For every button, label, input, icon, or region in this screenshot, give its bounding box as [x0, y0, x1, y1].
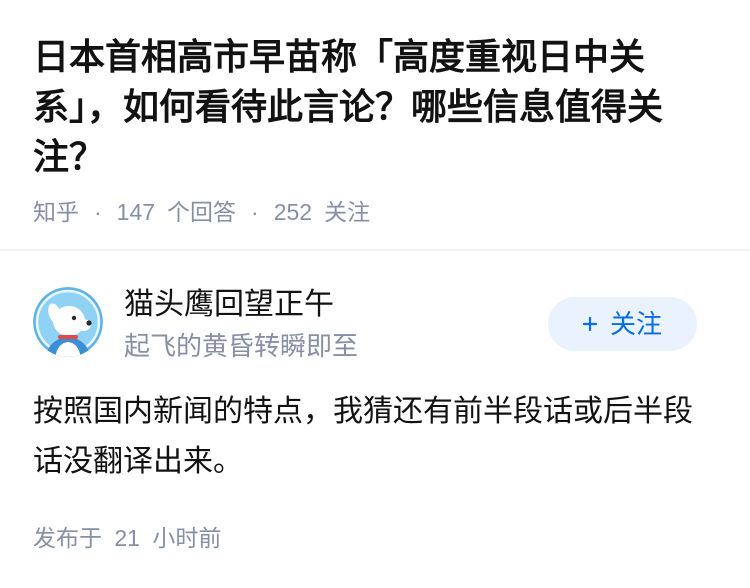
meta-separator: · — [94, 199, 102, 225]
meta-separator: · — [251, 199, 259, 225]
follower-count: 252 — [273, 199, 313, 225]
answer-count: 147 — [116, 199, 156, 225]
section-divider — [0, 249, 750, 251]
author-name[interactable]: 猫头鹰回望正午 — [124, 287, 334, 323]
follow-button[interactable]: 关注 — [548, 297, 697, 351]
author-headline: 起飞的黄昏转瞬即至 — [124, 331, 359, 361]
follower-count-label: 关注 — [324, 199, 371, 225]
source-label: 知乎 — [33, 199, 79, 225]
plus-icon — [582, 317, 597, 331]
question-meta: 知乎 · 147 个回答 · 252 关注 — [33, 197, 370, 227]
answer-content[interactable]: 按照国内新闻的特点，我猜还有前半段话或后半段话没翻译出来。 — [33, 387, 717, 487]
question-title[interactable]: 日本首相高市早苗称「高度重视日中关系」，如何看待此言论？哪些信息值得关注？ — [33, 32, 717, 182]
answer-count-label: 个回答 — [167, 199, 237, 225]
avatar[interactable] — [33, 287, 103, 357]
follow-button-label: 关注 — [609, 309, 662, 339]
publish-time: 发布于 21 小时前 — [33, 525, 222, 551]
dog-avatar-icon — [33, 287, 103, 357]
